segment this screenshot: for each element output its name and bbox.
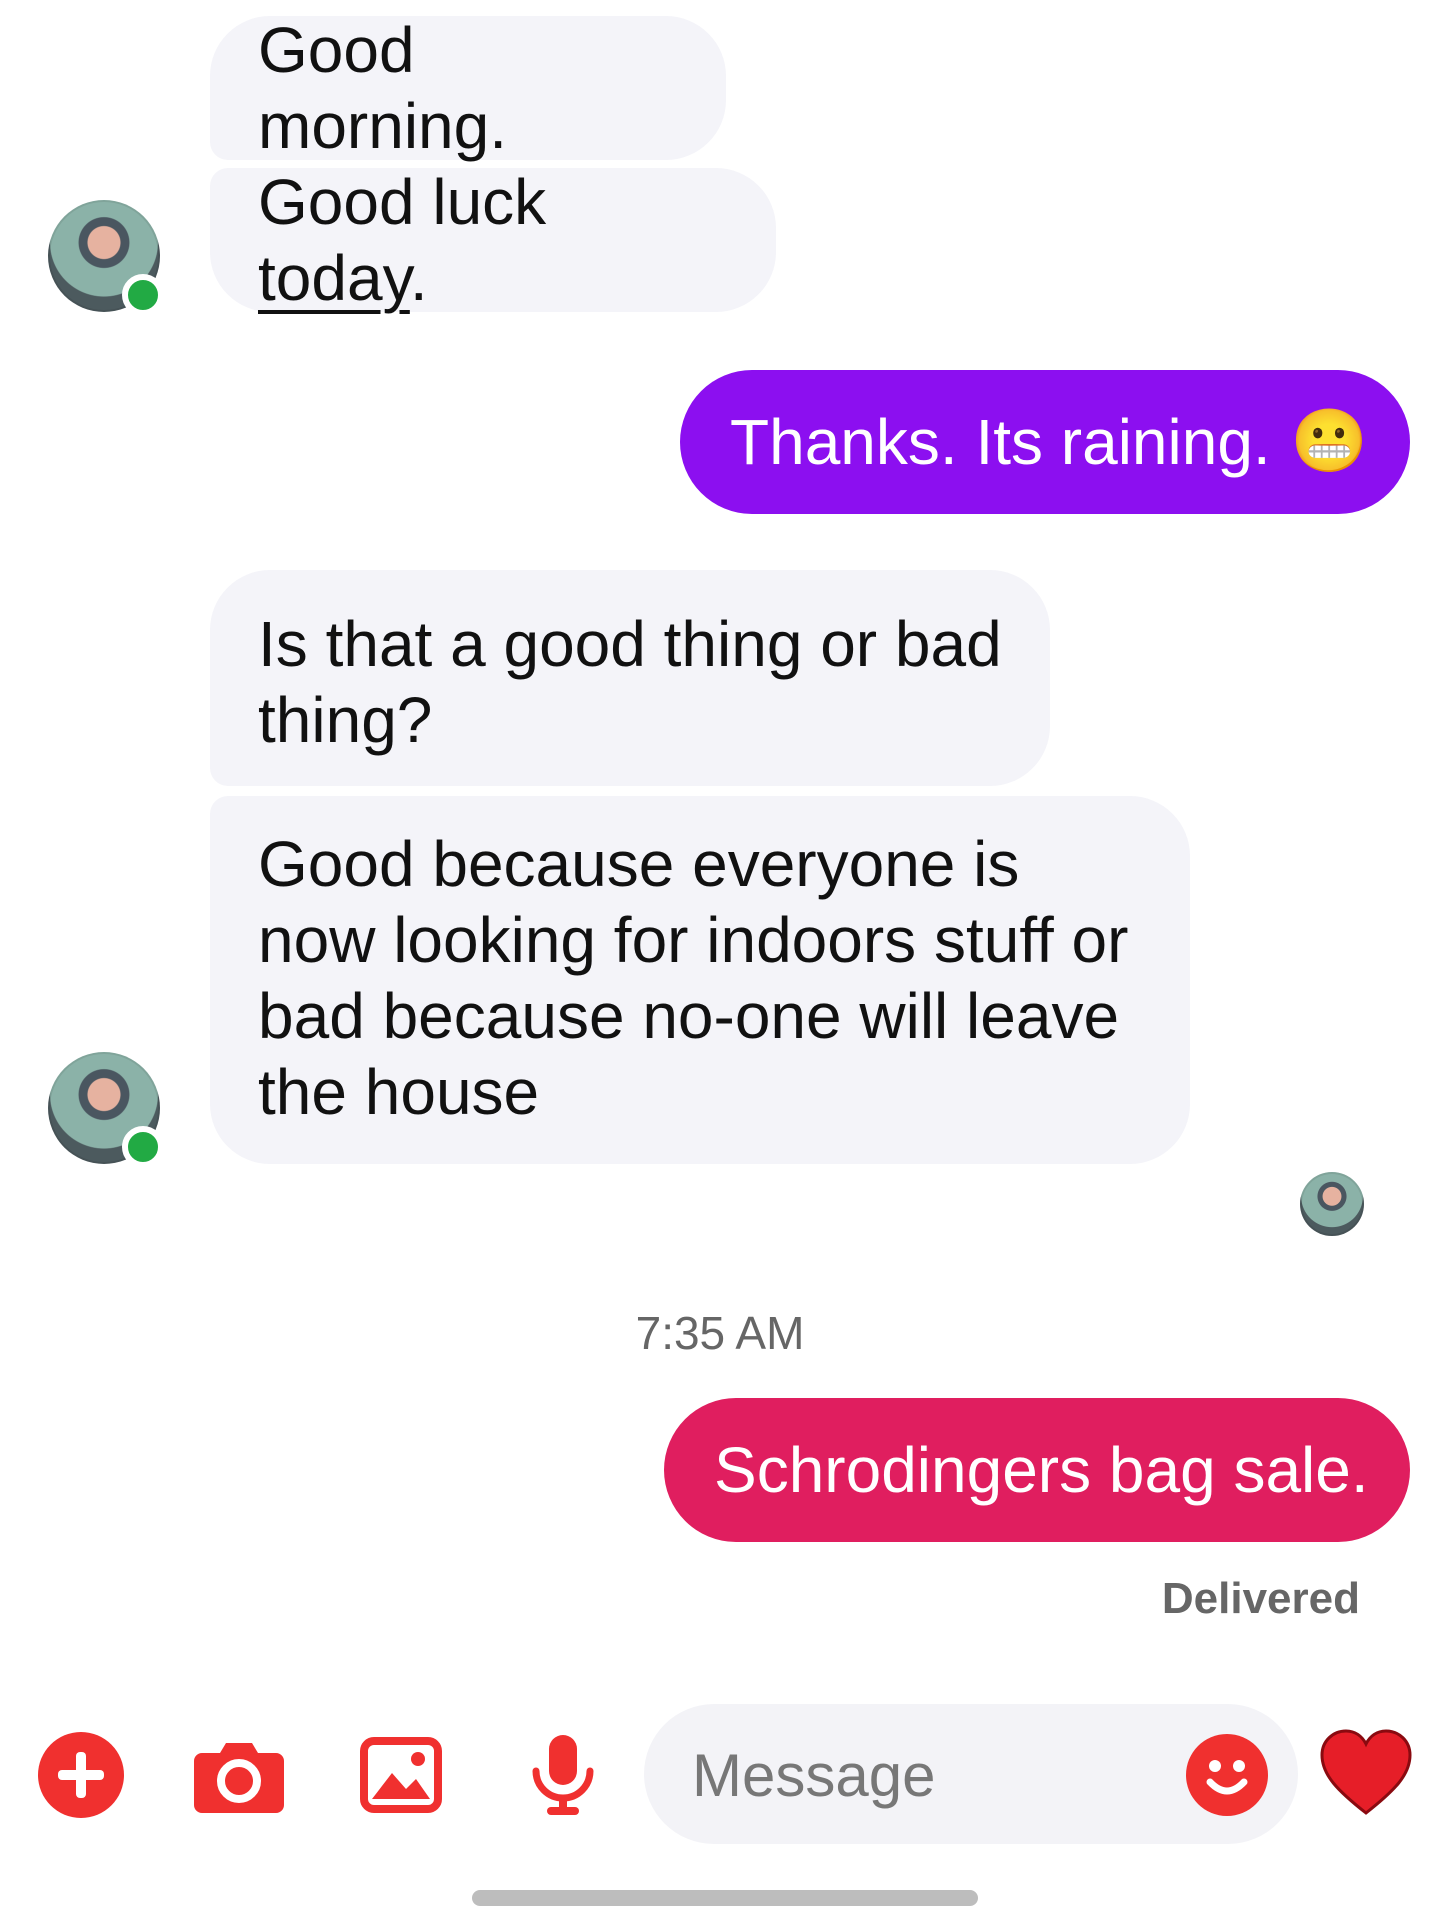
emoji-icon[interactable] (1186, 1734, 1268, 1816)
gallery-icon (360, 1737, 442, 1813)
message-bubble-incoming[interactable]: Good because everyone is now looking for… (210, 796, 1190, 1164)
online-status-dot (122, 274, 164, 316)
message-bubble-incoming[interactable]: Is that a good thing or bad thing? (210, 570, 1050, 786)
camera-icon (194, 1743, 284, 1813)
message-bubble-outgoing[interactable]: Thanks. Its raining. 😬 (680, 370, 1410, 514)
add-button[interactable] (36, 1730, 126, 1820)
message-timestamp: 7:35 AM (635, 1307, 805, 1359)
like-button[interactable] (1316, 1722, 1416, 1822)
grimace-emoji-icon: 😬 (1290, 407, 1368, 476)
message-text: Thanks. Its raining. (730, 406, 1271, 478)
camera-button[interactable] (194, 1730, 284, 1820)
delivery-status: Delivered (1161, 1574, 1360, 1623)
voice-button[interactable] (518, 1730, 608, 1820)
message-bubble-incoming[interactable]: Good luck today. (210, 166, 776, 314)
read-receipt-avatar (1300, 1172, 1364, 1236)
message-text: Is that a good thing or bad thing? (258, 608, 1002, 756)
microphone-icon (532, 1735, 594, 1815)
message-text: Schrodingers bag sale. (714, 1434, 1369, 1506)
message-bubble-incoming[interactable]: Good morning. (210, 14, 726, 162)
message-text: Good luck today. (258, 164, 728, 316)
message-text: Good morning. (258, 14, 507, 162)
heart-icon (1320, 1729, 1412, 1815)
message-input[interactable] (690, 1734, 1174, 1816)
gallery-button[interactable] (356, 1730, 446, 1820)
message-composer[interactable] (644, 1704, 1298, 1844)
message-text-part: . (409, 242, 428, 314)
home-indicator[interactable] (472, 1890, 978, 1906)
plus-icon (38, 1732, 124, 1818)
message-link[interactable]: today (258, 242, 410, 314)
message-text: Good because everyone is now looking for… (258, 828, 1129, 1128)
message-bubble-outgoing[interactable]: Schrodingers bag sale. (664, 1398, 1410, 1542)
online-status-dot (122, 1126, 164, 1168)
message-text-part: Good luck (258, 166, 547, 238)
